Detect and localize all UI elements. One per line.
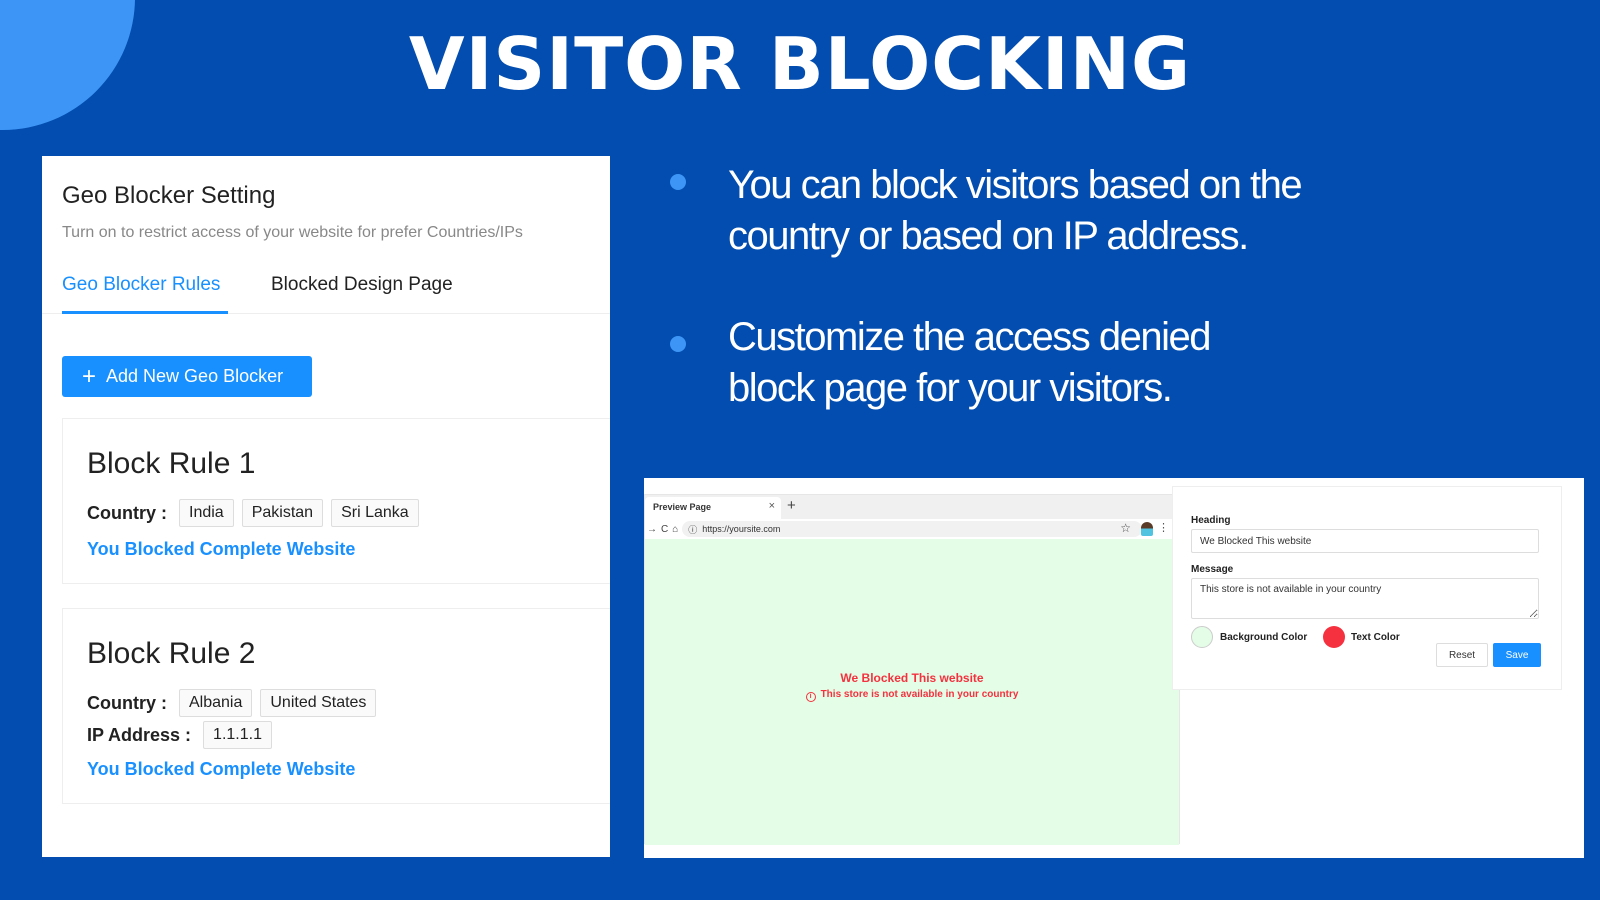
country-tag: India [179, 499, 234, 527]
profile-avatar-icon[interactable] [1141, 522, 1153, 536]
active-tab-indicator [62, 311, 228, 314]
page-title: VISITOR BLOCKING [408, 22, 1192, 106]
browser-preview: Preview Page × + → C ⌂ ⓘ https://yoursit… [644, 494, 1180, 845]
country-row: Country : Albania United States [87, 689, 377, 717]
url-field[interactable]: ⓘ https://yoursite.com [682, 521, 1143, 537]
text-color-label: Text Color [1351, 632, 1400, 643]
forward-icon[interactable]: → [647, 524, 657, 535]
home-icon[interactable]: ⌂ [672, 524, 678, 535]
url-text: https://yoursite.com [702, 524, 781, 534]
tab-bar: Geo Blocker Rules Blocked Design Page [42, 264, 610, 314]
tab-blocked-design-page[interactable]: Blocked Design Page [271, 274, 453, 296]
background-color-swatch[interactable] [1191, 626, 1213, 648]
feature-bullets: You can block visitors based on the coun… [670, 160, 1370, 414]
preview-heading: We Blocked This website [840, 671, 984, 685]
country-tag: Sri Lanka [331, 499, 419, 527]
rule-title: Block Rule 2 [87, 637, 256, 670]
plus-icon: + [82, 362, 97, 390]
browser-tab-title: Preview Page [653, 502, 712, 512]
reset-button[interactable]: Reset [1436, 643, 1488, 667]
address-bar: → C ⌂ ⓘ https://yoursite.com ☆ ⋮ [645, 519, 1179, 539]
browser-tab[interactable]: Preview Page × [645, 497, 781, 519]
add-button-label: Add New Geo Blocker [106, 366, 284, 386]
browser-tab-bar: Preview Page × + [645, 495, 1179, 519]
design-page-screenshot: Preview Page × + → C ⌂ ⓘ https://yoursit… [644, 478, 1584, 858]
bullet-item: Customize the access denied block page f… [670, 312, 1370, 414]
panel-title: Geo Blocker Setting [62, 182, 276, 209]
preview-message-text: This store is not available in your coun… [820, 689, 1019, 700]
bullet-line: block page for your visitors. [728, 366, 1173, 410]
country-tag: Albania [179, 689, 253, 717]
design-form: Heading Message This store is not availa… [1172, 486, 1562, 690]
geo-blocker-panel: Geo Blocker Setting Turn on to restrict … [42, 156, 610, 857]
country-row: Country : India Pakistan Sri Lanka [87, 499, 419, 527]
add-new-geo-blocker-button[interactable]: + Add New Geo Blocker [62, 356, 312, 397]
message-textarea[interactable]: This store is not available in your coun… [1191, 578, 1539, 619]
info-circle-icon: i [805, 692, 816, 702]
background-color-label: Background Color [1220, 632, 1308, 643]
menu-kebab-icon[interactable]: ⋮ [1158, 521, 1169, 534]
block-rule-card: Block Rule 1 Country : India Pakistan Sr… [62, 418, 610, 584]
preview-message: i This store is not available in your cou… [645, 689, 1179, 702]
heading-label: Heading [1191, 515, 1231, 526]
ip-address-label: IP Address : [87, 724, 192, 745]
ip-tag: 1.1.1.1 [203, 721, 272, 749]
bullet-line: Customize the access denied [728, 315, 1212, 359]
ip-row: IP Address : 1.1.1.1 [87, 721, 272, 749]
text-color-swatch[interactable] [1323, 626, 1345, 648]
blocked-page-preview: We Blocked This website i This store is n… [645, 539, 1179, 845]
heading-input[interactable] [1191, 529, 1539, 553]
bullet-line: You can block visitors based on the [728, 163, 1303, 207]
save-button[interactable]: Save [1493, 643, 1541, 667]
info-icon: ⓘ [688, 524, 698, 535]
bullet-item: You can block visitors based on the coun… [670, 160, 1370, 262]
bullet-dot-icon [670, 174, 686, 190]
bookmark-star-icon[interactable]: ☆ [1120, 521, 1131, 535]
message-label: Message [1191, 564, 1234, 575]
country-tag: Pakistan [241, 499, 324, 527]
block-rule-card: Block Rule 2 Country : Albania United St… [62, 608, 610, 804]
close-tab-icon[interactable]: × [769, 500, 775, 512]
new-tab-icon[interactable]: + [787, 497, 796, 514]
country-label: Country : [87, 692, 167, 713]
country-label: Country : [87, 502, 167, 523]
panel-subtitle: Turn on to restrict access of your websi… [62, 224, 523, 241]
rule-title: Block Rule 1 [87, 447, 256, 480]
reload-icon[interactable]: C [661, 524, 668, 535]
country-tag: United States [260, 689, 377, 717]
blocked-website-link[interactable]: You Blocked Complete Website [87, 759, 355, 780]
bullet-line: country or based on IP address. [728, 214, 1249, 258]
blocked-website-link[interactable]: You Blocked Complete Website [87, 539, 355, 560]
tab-geo-blocker-rules[interactable]: Geo Blocker Rules [62, 274, 220, 296]
bullet-dot-icon [670, 336, 686, 352]
